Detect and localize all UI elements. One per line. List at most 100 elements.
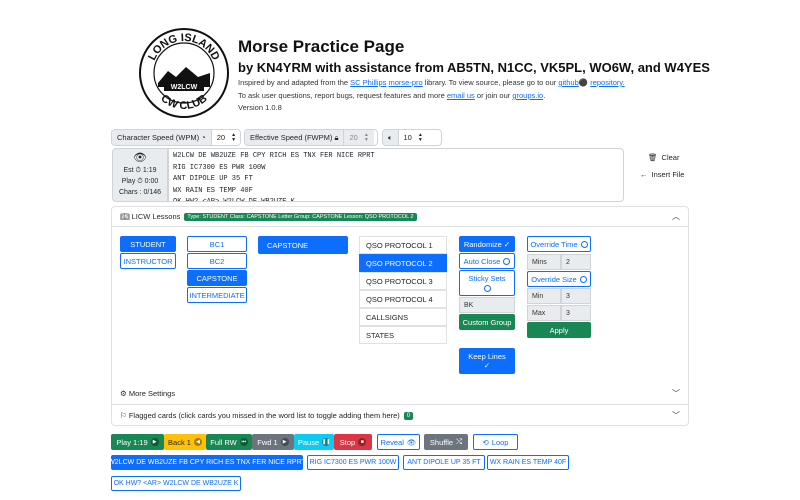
groups-io-link[interactable]: groups.io [512,91,543,100]
check-icon: ✓ [501,239,511,249]
class-intermediate-button[interactable]: INTERMEDIATE [187,287,247,303]
insert-file-button[interactable]: ← Insert File [640,170,684,179]
word-card[interactable]: WX RAIN ES TEMP 40F [487,455,569,470]
volume-group: 🔈︎ 10 ▲ ▼ [382,129,442,146]
gauge-icon: ◔ [201,133,206,142]
full-rewind-icon: ⏮ [239,438,248,446]
radio-icon [503,257,511,265]
loop-button[interactable]: ⟲ Loop [473,434,518,450]
stepper-icon: ▲ ▼ [231,131,237,143]
lesson-states[interactable]: STATES [359,326,447,344]
lesson-qso-protocol-2[interactable]: QSO PROTOCOL 2 [359,254,447,272]
type-student-button[interactable]: STUDENT [120,236,176,252]
more-settings-header[interactable]: ⚙︎ More Settings ﹀ [112,383,688,405]
character-speed-label: Character Speed (WPM) ◔ [112,130,212,145]
lesson-qso-protocol-3[interactable]: QSO PROTOCOL 3 [359,272,447,290]
practice-textarea[interactable]: W2LCW DE WB2UZE FB CPY RICH ES TNX FER N… [168,148,624,202]
repository-link[interactable]: repository. [590,78,624,87]
clear-button[interactable]: 🗑︎ Clear [648,153,679,162]
flagged-cards-header[interactable]: ⚐ Flagged cards (click cards you missed … [112,405,688,426]
shuffle-button[interactable]: Shuffle ⤭ [424,434,468,450]
github-link[interactable]: github [558,78,578,87]
play-time: Play ⏱ 0:00 [121,178,159,185]
estimated-time: Est ⏱ 1:19 [123,167,157,174]
lock-icon: 🔒︎ [334,132,339,142]
page-subtitle: by KN4YRM with assistance from AB5TN, N1… [238,60,710,75]
rewind-icon: ◀ [193,438,202,446]
chevron-up-icon[interactable]: ︿ [672,211,680,222]
email-link[interactable]: email us [447,91,475,100]
class-bc2-button[interactable]: BC2 [187,253,247,269]
reveal-button[interactable]: Reveal 👁︎ [377,434,420,450]
pause-icon: ❚❚ [322,438,331,446]
effective-speed-group: Effective Speed (FWPM) 🔒︎ 20 ▲ ▼ [244,129,378,146]
morse-pro-link[interactable]: morse-pro [389,78,423,87]
randomize-toggle[interactable]: Randomize ✓ [459,236,515,252]
page-title: Morse Practice Page [238,37,405,56]
play-icon: ▶ [150,438,159,446]
forward-button[interactable]: Fwd 1 ▶ [252,434,294,450]
word-card[interactable]: OK HW? <AR> W2LCW DE WB2UZE K [111,476,241,491]
sticky-sets-toggle[interactable]: Sticky Sets [459,270,515,296]
radio-icon [580,240,588,248]
radio-icon [483,285,491,292]
shuffle-icon: ⤭ [456,437,463,446]
radio-icon [579,275,587,283]
stop-button[interactable]: Stop ■ [334,434,372,450]
custom-group-button[interactable]: Custom Group [459,314,515,330]
min-label: Min [527,288,561,304]
stepper-icon: ▲ ▼ [417,131,423,143]
chevron-down-icon[interactable]: ﹀ [672,388,680,399]
trash-icon: 🗑︎ [648,153,658,162]
word-card[interactable]: ANT DIPOLE UP 35 FT [403,455,485,470]
back-button[interactable]: Back 1 ◀ [164,434,206,450]
override-time-toggle[interactable]: Override Time [527,236,591,252]
stepper-icon: ▲ ▼ [363,131,369,143]
effective-speed-input[interactable]: 20 ▲ ▼ [344,130,374,145]
character-speed-group: Character Speed (WPM) ◔ 20 ▲ ▼ [111,129,241,146]
credits-line: Inspired by and adapted from the SC Phil… [238,78,625,87]
min-input[interactable]: 3 [561,288,591,304]
full-rewind-button[interactable]: Full RW ⏮ [206,434,252,450]
stop-icon: ■ [358,438,367,446]
volume-input[interactable]: 10 ▲ ▼ [398,130,428,145]
bk-input[interactable]: BK [459,297,515,313]
play-button[interactable]: Play 1:19 ▶ [111,434,164,450]
eye-icon[interactable]: 👁︎ [113,151,167,165]
lesson-callsigns[interactable]: CALLSIGNS [359,308,447,326]
sc-phillips-link[interactable]: SC Phillips [350,78,386,87]
char-count: Chars : 0/146 [118,189,162,196]
apply-button[interactable]: Apply [527,322,591,338]
support-line: To ask user questions, report bugs, requ… [238,91,546,100]
lesson-qso-protocol-1[interactable]: QSO PROTOCOL 1 [359,236,447,254]
auto-close-toggle[interactable]: Auto Close [459,253,515,269]
forward-icon: ▶ [280,438,289,446]
loop-icon: ⟲ [482,437,489,447]
pause-button[interactable]: Pause ❚❚ [294,434,334,450]
class-capstone-button[interactable]: CAPSTONE [187,270,247,286]
mins-input[interactable]: 2 [561,254,591,270]
max-input[interactable]: 3 [561,305,591,321]
word-card[interactable]: RIG IC7300 ES PWR 100W [307,455,399,470]
logo-callsign: W2LCW [171,84,198,91]
stats-panel: 👁︎ Est ⏱ 1:19 Play ⏱ 0:00 Chars : 0/146 [112,148,168,202]
override-size-toggle[interactable]: Override Size [527,271,591,287]
version-text: Version 1.0.8 [238,103,282,112]
gear-icon: ⚙︎ [120,389,127,398]
max-label: Max [527,305,561,321]
character-speed-input[interactable]: 20 ▲ ▼ [211,130,240,145]
type-instructor-button[interactable]: INSTRUCTOR [120,253,176,269]
club-logo: LONG ISLAND CW CLUB W2LCW [139,28,229,118]
flagged-count-badge: 0 [403,411,414,420]
flag-icon: ⚐ [120,411,127,420]
lessons-header[interactable]: 📖︎ LICW Lessons Type: STUDENT Class: CAP… [112,207,688,227]
word-card[interactable]: W2LCW DE WB2UZE FB CPY RICH ES TNX FER N… [108,455,306,470]
lesson-qso-protocol-4[interactable]: QSO PROTOCOL 4 [359,290,447,308]
class-bc1-button[interactable]: BC1 [187,236,247,252]
check-icon: ✓ [483,361,491,370]
effective-speed-label: Effective Speed (FWPM) 🔒︎ [245,130,345,145]
keep-lines-toggle[interactable]: Keep Lines ✓ [459,348,515,374]
arrow-left-icon: ← [640,170,648,179]
chevron-down-icon[interactable]: ﹀ [672,410,680,421]
letter-group-capstone[interactable]: CAPSTONE [258,236,348,254]
